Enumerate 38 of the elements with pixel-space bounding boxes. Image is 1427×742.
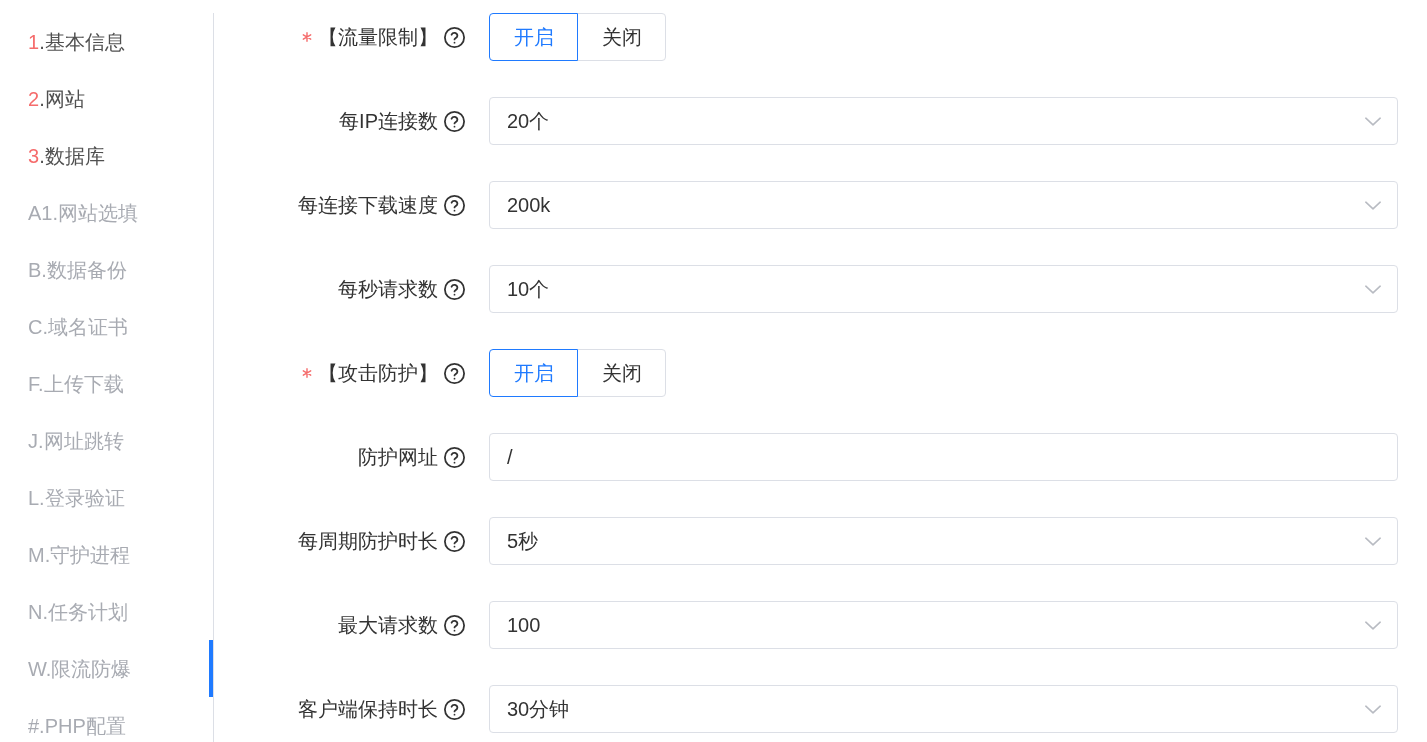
field-label: 最大请求数: [338, 613, 438, 638]
field-label: 每连接下载速度: [298, 193, 438, 218]
help-icon[interactable]: [444, 446, 465, 468]
help-icon[interactable]: [444, 530, 465, 552]
field-label: 防护网址: [358, 445, 438, 470]
help-icon[interactable]: [444, 614, 465, 636]
help-icon[interactable]: [444, 278, 465, 300]
select-field[interactable]: 200k: [489, 181, 1398, 229]
field-label: 【攻击防护】: [318, 361, 438, 386]
field-label: 每周期防护时长: [298, 529, 438, 554]
help-icon[interactable]: [444, 26, 465, 48]
help-icon[interactable]: [444, 362, 465, 384]
help-icon[interactable]: [444, 698, 465, 720]
select-field[interactable]: 5秒: [489, 517, 1398, 565]
field-label: 每IP连接数: [339, 109, 438, 134]
select-field[interactable]: 100: [489, 601, 1398, 649]
select-field[interactable]: 20个: [489, 97, 1398, 145]
chevron-down-icon: [1365, 536, 1381, 546]
sidebar-item[interactable]: 3.数据库: [0, 127, 213, 184]
chevron-down-icon: [1365, 116, 1381, 126]
chevron-down-icon: [1365, 200, 1381, 210]
text-input-field[interactable]: /: [489, 433, 1398, 481]
toggle-option[interactable]: 关闭: [577, 349, 666, 397]
sidebar-item[interactable]: 2.网站: [0, 70, 213, 127]
select-field[interactable]: 10个: [489, 265, 1398, 313]
toggle-option[interactable]: 开启: [489, 13, 578, 61]
chevron-down-icon: [1365, 620, 1381, 630]
select-field[interactable]: 30分钟: [489, 685, 1398, 733]
chevron-down-icon: [1365, 704, 1381, 714]
sidebar-item[interactable]: 1.基本信息: [0, 13, 213, 70]
toggle-option[interactable]: 关闭: [577, 13, 666, 61]
field-label: 客户端保持时长: [298, 697, 438, 722]
field-label: 【流量限制】: [318, 25, 438, 50]
field-label: 每秒请求数: [338, 277, 438, 302]
toggle-option[interactable]: 开启: [489, 349, 578, 397]
help-icon[interactable]: [444, 194, 465, 216]
chevron-down-icon: [1365, 284, 1381, 294]
help-icon[interactable]: [444, 110, 465, 132]
